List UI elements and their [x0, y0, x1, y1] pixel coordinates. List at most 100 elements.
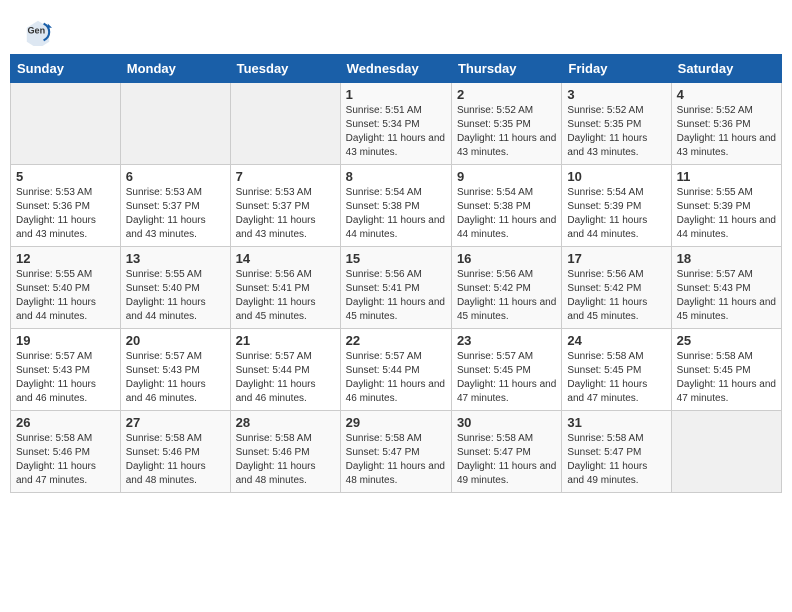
weekday-monday: Monday — [120, 55, 230, 83]
day-number: 11 — [677, 169, 776, 184]
day-number: 20 — [126, 333, 225, 348]
day-info: Sunrise: 5:57 AM Sunset: 5:45 PM Dayligh… — [457, 350, 556, 406]
day-info: Sunrise: 5:58 AM Sunset: 5:46 PM Dayligh… — [126, 432, 225, 488]
calendar-cell: 27 Sunrise: 5:58 AM Sunset: 5:46 PM Dayli… — [120, 411, 230, 493]
day-info: Sunrise: 5:51 AM Sunset: 5:34 PM Dayligh… — [346, 104, 446, 160]
day-info: Sunrise: 5:54 AM Sunset: 5:39 PM Dayligh… — [567, 186, 665, 242]
day-info: Sunrise: 5:57 AM Sunset: 5:43 PM Dayligh… — [677, 268, 776, 324]
day-info: Sunrise: 5:52 AM Sunset: 5:36 PM Dayligh… — [677, 104, 776, 160]
calendar-cell: 8 Sunrise: 5:54 AM Sunset: 5:38 PM Daylig… — [340, 165, 451, 247]
day-info: Sunrise: 5:54 AM Sunset: 5:38 PM Dayligh… — [346, 186, 446, 242]
calendar-cell — [671, 411, 781, 493]
calendar-cell: 5 Sunrise: 5:53 AM Sunset: 5:36 PM Daylig… — [11, 165, 121, 247]
calendar-cell: 10 Sunrise: 5:54 AM Sunset: 5:39 PM Dayli… — [562, 165, 671, 247]
day-info: Sunrise: 5:56 AM Sunset: 5:42 PM Dayligh… — [567, 268, 665, 324]
calendar-cell: 3Sunrise: 5:52 AM Sunset: 5:35 PM Daylig… — [562, 83, 671, 165]
calendar-body: 1 Sunrise: 5:51 AM Sunset: 5:34 PM Daylig… — [11, 83, 782, 493]
calendar-cell: 6Sunrise: 5:53 AM Sunset: 5:37 PM Daylig… — [120, 165, 230, 247]
svg-text:Gen: Gen — [28, 25, 46, 35]
calendar-table: SundayMondayTuesdayWednesdayThursdayFrid… — [10, 54, 782, 493]
day-info: Sunrise: 5:58 AM Sunset: 5:45 PM Dayligh… — [677, 350, 776, 406]
day-number: 18 — [677, 251, 776, 266]
day-number: 31 — [567, 415, 665, 430]
day-info: Sunrise: 5:58 AM Sunset: 5:45 PM Dayligh… — [567, 350, 665, 406]
week-row-4: 26 Sunrise: 5:58 AM Sunset: 5:46 PM Dayli… — [11, 411, 782, 493]
calendar-cell: 24 Sunrise: 5:58 AM Sunset: 5:45 PM Dayli… — [562, 329, 671, 411]
week-row-2: 12 Sunrise: 5:55 AM Sunset: 5:40 PM Dayli… — [11, 247, 782, 329]
calendar-cell: 2 Sunrise: 5:52 AM Sunset: 5:35 PM Daylig… — [451, 83, 561, 165]
calendar-cell: 25 Sunrise: 5:58 AM Sunset: 5:45 PM Dayli… — [671, 329, 781, 411]
calendar-cell: 31 Sunrise: 5:58 AM Sunset: 5:47 PM Dayli… — [562, 411, 671, 493]
day-number: 7 — [236, 169, 335, 184]
day-info: Sunrise: 5:56 AM Sunset: 5:42 PM Dayligh… — [457, 268, 556, 324]
day-info: Sunrise: 5:56 AM Sunset: 5:41 PM Dayligh… — [346, 268, 446, 324]
calendar-cell: 19 Sunrise: 5:57 AM Sunset: 5:43 PM Dayli… — [11, 329, 121, 411]
calendar-header: SundayMondayTuesdayWednesdayThursdayFrid… — [11, 55, 782, 83]
day-number: 19 — [16, 333, 115, 348]
day-info: Sunrise: 5:56 AM Sunset: 5:41 PM Dayligh… — [236, 268, 335, 324]
day-number: 29 — [346, 415, 446, 430]
day-info: Sunrise: 5:57 AM Sunset: 5:43 PM Dayligh… — [16, 350, 115, 406]
calendar-cell: 16 Sunrise: 5:56 AM Sunset: 5:42 PM Dayli… — [451, 247, 561, 329]
day-number: 16 — [457, 251, 556, 266]
calendar-wrapper: SundayMondayTuesdayWednesdayThursdayFrid… — [0, 54, 792, 503]
day-number: 23 — [457, 333, 556, 348]
calendar-cell: 20Sunrise: 5:57 AM Sunset: 5:43 PM Dayli… — [120, 329, 230, 411]
day-number: 26 — [16, 415, 115, 430]
day-number: 22 — [346, 333, 446, 348]
day-number: 1 — [346, 87, 446, 102]
weekday-thursday: Thursday — [451, 55, 561, 83]
day-number: 5 — [16, 169, 115, 184]
week-row-1: 5 Sunrise: 5:53 AM Sunset: 5:36 PM Daylig… — [11, 165, 782, 247]
weekday-tuesday: Tuesday — [230, 55, 340, 83]
day-info: Sunrise: 5:55 AM Sunset: 5:40 PM Dayligh… — [16, 268, 115, 324]
day-number: 2 — [457, 87, 556, 102]
week-row-0: 1 Sunrise: 5:51 AM Sunset: 5:34 PM Daylig… — [11, 83, 782, 165]
day-number: 8 — [346, 169, 446, 184]
weekday-saturday: Saturday — [671, 55, 781, 83]
day-number: 25 — [677, 333, 776, 348]
day-number: 30 — [457, 415, 556, 430]
calendar-cell: 11 Sunrise: 5:55 AM Sunset: 5:39 PM Dayli… — [671, 165, 781, 247]
day-info: Sunrise: 5:58 AM Sunset: 5:47 PM Dayligh… — [346, 432, 446, 488]
calendar-cell: 29 Sunrise: 5:58 AM Sunset: 5:47 PM Dayli… — [340, 411, 451, 493]
calendar-cell: 14 Sunrise: 5:56 AM Sunset: 5:41 PM Dayli… — [230, 247, 340, 329]
day-info: Sunrise: 5:58 AM Sunset: 5:47 PM Dayligh… — [457, 432, 556, 488]
weekday-friday: Friday — [562, 55, 671, 83]
day-number: 10 — [567, 169, 665, 184]
calendar-cell: 22Sunrise: 5:57 AM Sunset: 5:44 PM Dayli… — [340, 329, 451, 411]
calendar-cell: 13 Sunrise: 5:55 AM Sunset: 5:40 PM Dayli… — [120, 247, 230, 329]
day-info: Sunrise: 5:52 AM Sunset: 5:35 PM Dayligh… — [457, 104, 556, 160]
calendar-cell: 9 Sunrise: 5:54 AM Sunset: 5:38 PM Daylig… — [451, 165, 561, 247]
day-info: Sunrise: 5:53 AM Sunset: 5:37 PM Dayligh… — [236, 186, 335, 242]
day-info: Sunrise: 5:58 AM Sunset: 5:47 PM Dayligh… — [567, 432, 665, 488]
day-info: Sunrise: 5:55 AM Sunset: 5:39 PM Dayligh… — [677, 186, 776, 242]
day-number: 14 — [236, 251, 335, 266]
day-info: Sunrise: 5:55 AM Sunset: 5:40 PM Dayligh… — [126, 268, 225, 324]
day-number: 6 — [126, 169, 225, 184]
calendar-cell: 18 Sunrise: 5:57 AM Sunset: 5:43 PM Dayli… — [671, 247, 781, 329]
calendar-cell — [230, 83, 340, 165]
day-number: 12 — [16, 251, 115, 266]
calendar-cell: 26 Sunrise: 5:58 AM Sunset: 5:46 PM Dayli… — [11, 411, 121, 493]
day-number: 13 — [126, 251, 225, 266]
day-number: 17 — [567, 251, 665, 266]
calendar-cell: 28Sunrise: 5:58 AM Sunset: 5:46 PM Dayli… — [230, 411, 340, 493]
weekday-wednesday: Wednesday — [340, 55, 451, 83]
day-info: Sunrise: 5:53 AM Sunset: 5:36 PM Dayligh… — [16, 186, 115, 242]
calendar-cell: 7 Sunrise: 5:53 AM Sunset: 5:37 PM Daylig… — [230, 165, 340, 247]
weekday-header-row: SundayMondayTuesdayWednesdayThursdayFrid… — [11, 55, 782, 83]
day-number: 9 — [457, 169, 556, 184]
day-info: Sunrise: 5:58 AM Sunset: 5:46 PM Dayligh… — [16, 432, 115, 488]
logo: Gen — [24, 18, 56, 46]
day-number: 24 — [567, 333, 665, 348]
day-number: 4 — [677, 87, 776, 102]
day-number: 15 — [346, 251, 446, 266]
week-row-3: 19 Sunrise: 5:57 AM Sunset: 5:43 PM Dayli… — [11, 329, 782, 411]
day-info: Sunrise: 5:54 AM Sunset: 5:38 PM Dayligh… — [457, 186, 556, 242]
day-number: 21 — [236, 333, 335, 348]
calendar-cell: 1 Sunrise: 5:51 AM Sunset: 5:34 PM Daylig… — [340, 83, 451, 165]
day-number: 27 — [126, 415, 225, 430]
calendar-cell: 30 Sunrise: 5:58 AM Sunset: 5:47 PM Dayli… — [451, 411, 561, 493]
calendar-cell: 17 Sunrise: 5:56 AM Sunset: 5:42 PM Dayli… — [562, 247, 671, 329]
